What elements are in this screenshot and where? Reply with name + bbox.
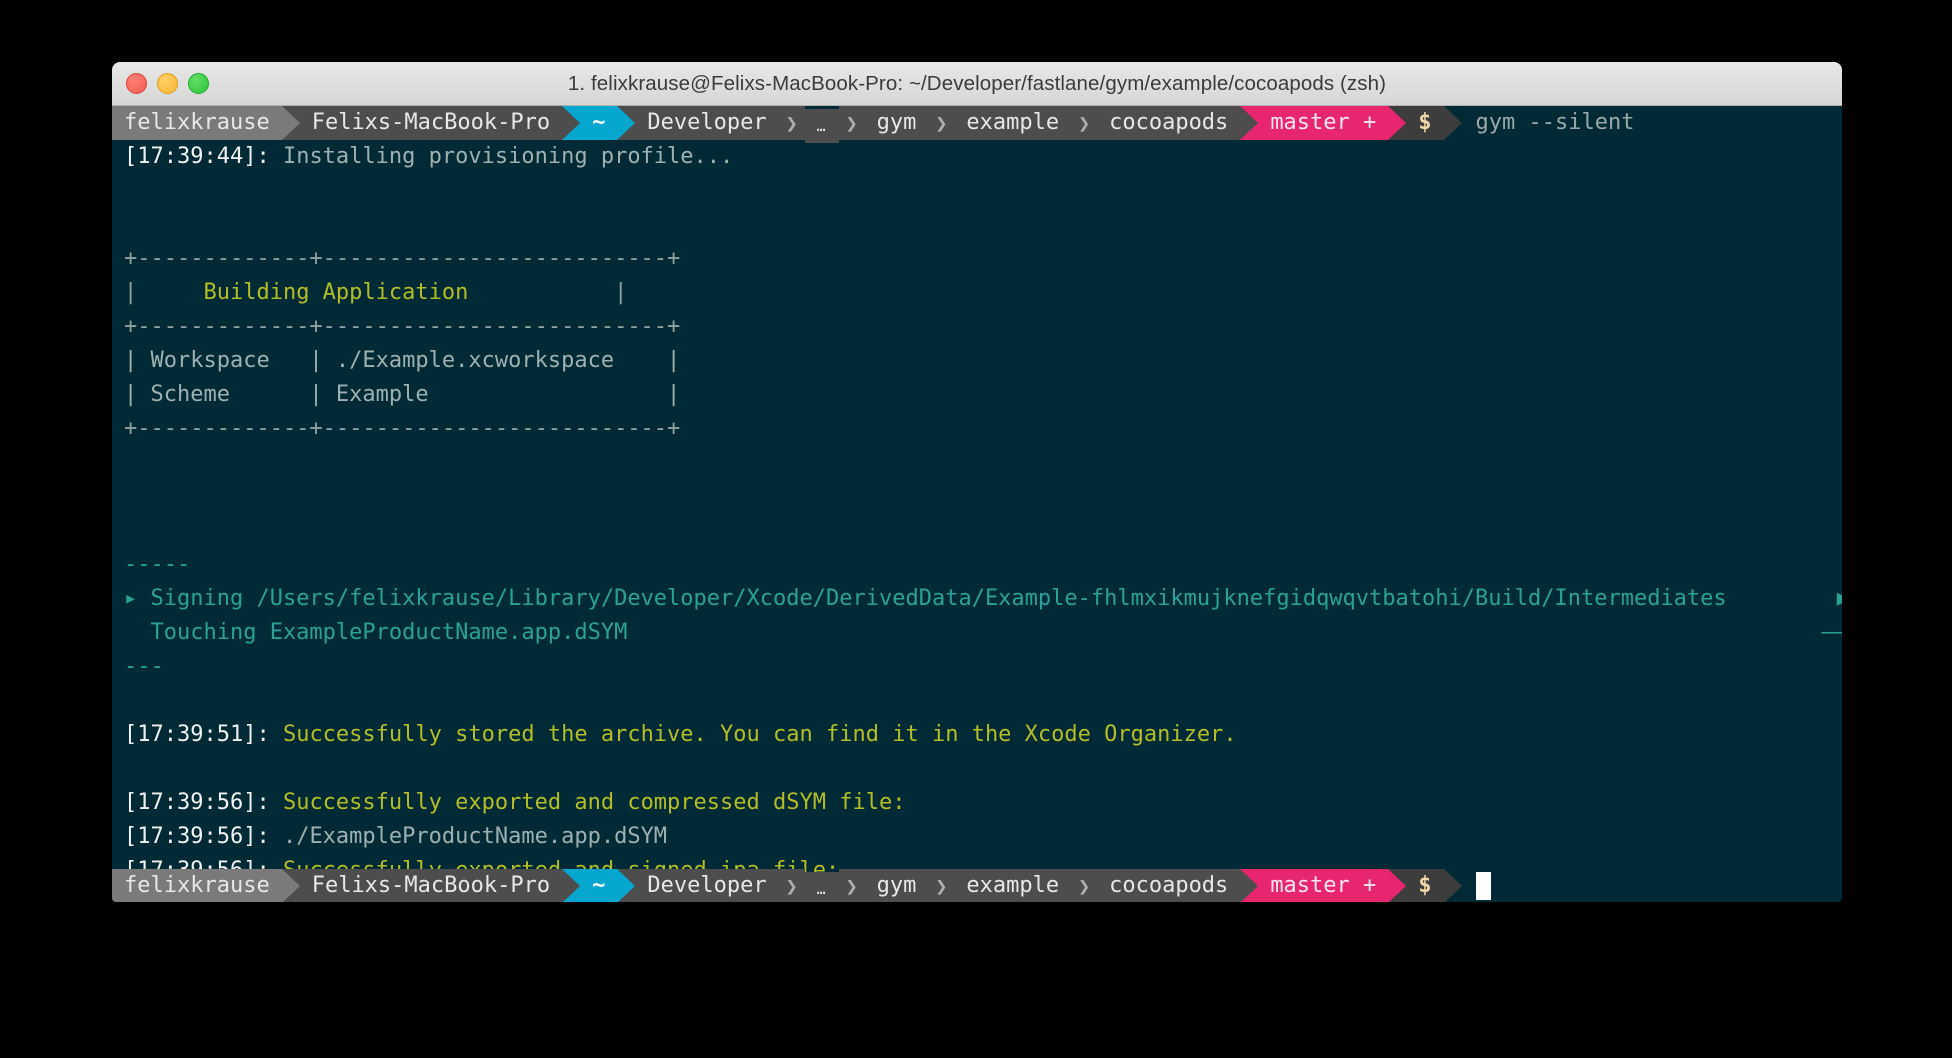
prompt-separator-icon xyxy=(1388,869,1406,902)
table-border-row: +-------------+-------------------------… xyxy=(112,310,1842,344)
separator-dashes: --- xyxy=(112,650,1842,684)
window-titlebar[interactable]: 1. felixkrause@Felixs-MacBook-Pro: ~/Dev… xyxy=(112,62,1842,106)
prompt-home: ~ xyxy=(580,869,617,902)
prompt-path-ellipsis: … xyxy=(805,109,839,143)
maximize-button[interactable] xyxy=(188,73,209,94)
prompt-symbol: $ xyxy=(1406,106,1443,140)
prompt-separator-icon xyxy=(1240,869,1258,902)
line-text: | Workspace | ./Example.xcworkspace | xyxy=(124,344,680,378)
overflow-arrow-icon: ▶ xyxy=(1837,582,1842,616)
line-text: | Scheme | Example | xyxy=(124,378,680,412)
chevron-right-icon: ❯ xyxy=(928,106,954,140)
log-timestamp: [17:39:56]: xyxy=(124,820,270,854)
window-title: 1. felixkrause@Felixs-MacBook-Pro: ~/Dev… xyxy=(568,72,1386,96)
window-controls xyxy=(126,62,209,105)
log-timestamp: [17:39:44]: xyxy=(124,140,270,174)
touching-line: Touching ExampleProductName.app.dSYM —— xyxy=(112,616,1842,650)
terminal-log-line: [17:39:44]: Installing provisioning prof… xyxy=(112,140,1842,174)
terminal-blank-line xyxy=(112,480,1842,514)
table-border: | xyxy=(468,276,627,310)
prompt-separator-icon xyxy=(282,869,300,902)
table-border-row: +-------------+-------------------------… xyxy=(112,242,1842,276)
table-border: | xyxy=(124,276,137,310)
line-text: +-------------+-------------------------… xyxy=(124,310,680,344)
prompt-user: felixkrause xyxy=(112,869,282,902)
log-message: Installing provisioning profile... xyxy=(270,140,734,174)
minimize-button[interactable] xyxy=(157,73,178,94)
desktop-background: 1. felixkrause@Felixs-MacBook-Pro: ~/Dev… xyxy=(0,0,1952,1058)
terminal-blank-line xyxy=(112,684,1842,718)
prompt-path-developer: Developer xyxy=(635,106,778,140)
chevron-right-icon: ❯ xyxy=(1071,106,1097,140)
line-text: +-------------+-------------------------… xyxy=(124,242,680,276)
line-trailing-dashes: —— xyxy=(1822,616,1843,650)
terminal-blank-line xyxy=(112,752,1842,786)
line-text: --- xyxy=(124,650,164,684)
log-message: Successfully exported and compressed dSY… xyxy=(270,786,906,820)
table-title-row: | Building Application | xyxy=(112,276,1842,310)
prompt-separator-icon xyxy=(617,869,635,902)
prompt-path-example: example xyxy=(954,869,1071,902)
powerline-prompt-top: felixkrause Felixs-MacBook-Pro ~ Develop… xyxy=(112,106,1634,140)
chevron-right-icon: ❯ xyxy=(839,106,865,140)
text-cursor xyxy=(1476,872,1491,900)
prompt-separator-icon xyxy=(562,106,580,140)
line-text: +-------------+-------------------------… xyxy=(124,412,680,446)
prompt-path-ellipsis: … xyxy=(805,872,839,902)
terminal-blank-line xyxy=(112,174,1842,208)
terminal-log-line: [17:39:51]: Successfully stored the arch… xyxy=(112,718,1842,752)
table-data-row: | Scheme | Example | xyxy=(112,378,1842,412)
prompt-path-gym: gym xyxy=(865,106,929,140)
prompt-host: Felixs-MacBook-Pro xyxy=(300,106,562,140)
git-branch-badge: master + xyxy=(1258,106,1388,140)
prompt-path-example: example xyxy=(954,106,1071,140)
prompt-separator-icon xyxy=(617,106,635,140)
log-message: Successfully stored the archive. You can… xyxy=(270,718,1237,752)
table-title-text: Building Application xyxy=(137,276,468,310)
chevron-right-icon: ❯ xyxy=(779,106,805,140)
terminal-window: 1. felixkrause@Felixs-MacBook-Pro: ~/Dev… xyxy=(112,62,1842,902)
prompt-separator-icon xyxy=(562,869,580,902)
prompt-separator-icon xyxy=(1444,106,1462,140)
prompt-separator-icon xyxy=(282,106,300,140)
prompt-separator-icon xyxy=(1444,869,1462,902)
prompt-path-developer: Developer xyxy=(635,869,778,902)
prompt-symbol: $ xyxy=(1406,869,1443,902)
signing-path: Signing /Users/felixkrause/Library/Devel… xyxy=(137,582,1726,616)
prompt-separator-icon xyxy=(1388,106,1406,140)
prompt-path-gym: gym xyxy=(865,869,929,902)
chevron-right-icon: ❯ xyxy=(839,869,865,902)
prompt-separator-icon xyxy=(1240,106,1258,140)
prompt-user: felixkrause xyxy=(112,106,282,140)
prompt-host: Felixs-MacBook-Pro xyxy=(300,869,562,902)
prompt-path-cocoapods: cocoapods xyxy=(1097,869,1240,902)
chevron-right-icon: ❯ xyxy=(928,869,954,902)
powerline-prompt-bottom: felixkrause Felixs-MacBook-Pro ~ Develop… xyxy=(112,869,1491,902)
signing-line: ▸ Signing /Users/felixkrause/Library/Dev… xyxy=(112,582,1842,616)
prompt-line-top: felixkrause Felixs-MacBook-Pro ~ Develop… xyxy=(112,106,1842,140)
terminal-blank-line xyxy=(112,514,1842,548)
terminal-blank-line xyxy=(112,208,1842,242)
terminal-log-line: [17:39:56]: Successfully exported and co… xyxy=(112,786,1842,820)
prompt-home: ~ xyxy=(580,106,617,140)
log-timestamp: [17:39:56]: xyxy=(124,786,270,820)
separator-dashes: ----- xyxy=(112,548,1842,582)
close-button[interactable] xyxy=(126,73,147,94)
table-data-row: | Workspace | ./Example.xcworkspace | xyxy=(112,344,1842,378)
line-text: ----- xyxy=(124,548,190,582)
terminal-log-line: [17:39:56]: ./ExampleProductName.app.dSY… xyxy=(112,820,1842,854)
chevron-right-icon: ❯ xyxy=(1071,869,1097,902)
terminal-body[interactable]: felixkrause Felixs-MacBook-Pro ~ Develop… xyxy=(112,106,1842,902)
command-text-top: gym --silent xyxy=(1462,106,1635,140)
table-border-row: +-------------+-------------------------… xyxy=(112,412,1842,446)
prompt-line-bottom: felixkrause Felixs-MacBook-Pro ~ Develop… xyxy=(112,869,1842,902)
chevron-right-icon: ❯ xyxy=(779,869,805,902)
git-branch-badge: master + xyxy=(1258,869,1388,902)
touching-text: Touching ExampleProductName.app.dSYM xyxy=(124,616,627,650)
triangle-right-icon: ▸ xyxy=(124,582,137,616)
log-message: ./ExampleProductName.app.dSYM xyxy=(270,820,667,854)
prompt-path-cocoapods: cocoapods xyxy=(1097,106,1240,140)
log-timestamp: [17:39:51]: xyxy=(124,718,270,752)
terminal-blank-line xyxy=(112,446,1842,480)
